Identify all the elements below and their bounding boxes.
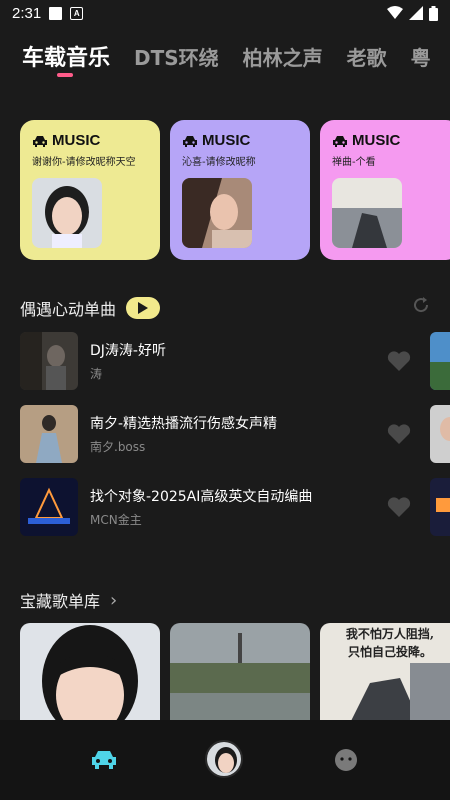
profile-avatar[interactable]: [205, 740, 243, 778]
song-title: DJ涛涛-好听: [90, 343, 166, 359]
recommend-title: 偶遇心动单曲: [20, 300, 117, 319]
library-title: 宝藏歌单库: [20, 592, 101, 611]
song-artist: 南夕.boss: [90, 440, 146, 454]
song-artist: 涛: [90, 367, 103, 381]
playlist-card[interactable]: 我不怕万人阻挡, 只怕自己投降。: [320, 623, 450, 723]
bottom-nav: [0, 720, 450, 800]
play-icon: [138, 302, 149, 314]
heart-icon[interactable]: [387, 350, 411, 372]
music-card[interactable]: MUSIC 禅曲-个看: [320, 120, 450, 260]
card-subtitle: 禅曲-个看: [332, 157, 376, 168]
refresh-icon[interactable]: [412, 296, 430, 314]
music-card[interactable]: MUSIC 沁喜-请修改昵称: [170, 120, 310, 260]
tab-car-music[interactable]: 车载音乐: [22, 40, 110, 72]
card-cover-image: [32, 178, 102, 248]
song-cover-image: [20, 332, 78, 390]
poster-text-line2: 只怕自己投降。: [347, 645, 432, 659]
card-brand: MUSIC: [202, 132, 251, 149]
category-tabs: 车载音乐 DTS环绕 柏林之声 老歌 粤: [22, 40, 431, 72]
card-subtitle: 谢谢你-请修改昵称天空: [32, 157, 136, 168]
card-brand: MUSIC: [352, 132, 401, 149]
tab-berlin[interactable]: 柏林之声: [243, 42, 323, 71]
car-icon: [183, 135, 197, 147]
card-cover-image: [332, 178, 402, 248]
card-brand: MUSIC: [52, 132, 101, 149]
car-icon: [33, 135, 47, 147]
music-card[interactable]: MUSIC 谢谢你-请修改昵称天空: [20, 120, 160, 260]
signal-icon: [409, 6, 423, 20]
song-row[interactable]: 找个对象-2025AI高级英文自动编曲 MCN金主: [20, 478, 450, 536]
heart-icon[interactable]: [387, 496, 411, 518]
song-row[interactable]: DJ涛涛-好听 涛: [20, 332, 450, 390]
next-song-preview: [430, 332, 450, 390]
chat-icon[interactable]: [334, 748, 358, 772]
wifi-icon: [387, 6, 403, 19]
playlist-card[interactable]: [170, 623, 310, 723]
poster-text-line1: 我不怕万人阻挡,: [345, 627, 435, 641]
notification-a-icon: A: [70, 6, 84, 20]
song-cover-image: [20, 405, 78, 463]
tab-dts[interactable]: DTS环绕: [134, 42, 219, 71]
song-row[interactable]: 南夕-精选热播流行伤感女声精 南夕.boss: [20, 405, 450, 463]
tab-oldies[interactable]: 老歌: [347, 42, 387, 71]
featured-cards: MUSIC 谢谢你-请修改昵称天空 MUSIC 沁喜-请修改昵称 MUSIC 禅…: [20, 120, 450, 260]
status-bar: 2:31 A: [0, 0, 450, 26]
car-icon: [333, 135, 347, 147]
notification-square-icon: [49, 6, 63, 20]
song-artist: MCN金主: [90, 513, 142, 527]
tab-indicator: [57, 73, 73, 77]
car-nav-icon[interactable]: [90, 748, 118, 770]
status-time: 2:31: [12, 4, 42, 22]
song-title: 找个对象-2025AI高级英文自动编曲: [90, 489, 313, 505]
chevron-right-icon: ›: [110, 589, 118, 611]
recommend-header: 偶遇心动单曲: [20, 296, 161, 320]
tab-cantonese[interactable]: 粤: [411, 42, 431, 71]
next-song-preview: [430, 478, 450, 536]
card-cover-image: [182, 178, 252, 248]
battery-icon: [429, 5, 438, 21]
card-subtitle: 沁喜-请修改昵称: [182, 157, 256, 168]
heart-icon[interactable]: [387, 423, 411, 445]
next-song-preview: [430, 405, 450, 463]
library-header[interactable]: 宝藏歌单库 ›: [20, 588, 117, 612]
play-all-button[interactable]: [126, 297, 161, 319]
playlist-card[interactable]: [20, 623, 160, 723]
playlist-grid: 我不怕万人阻挡, 只怕自己投降。: [20, 623, 450, 723]
song-title: 南夕-精选热播流行伤感女声精: [90, 416, 278, 432]
song-cover-image: [20, 478, 78, 536]
